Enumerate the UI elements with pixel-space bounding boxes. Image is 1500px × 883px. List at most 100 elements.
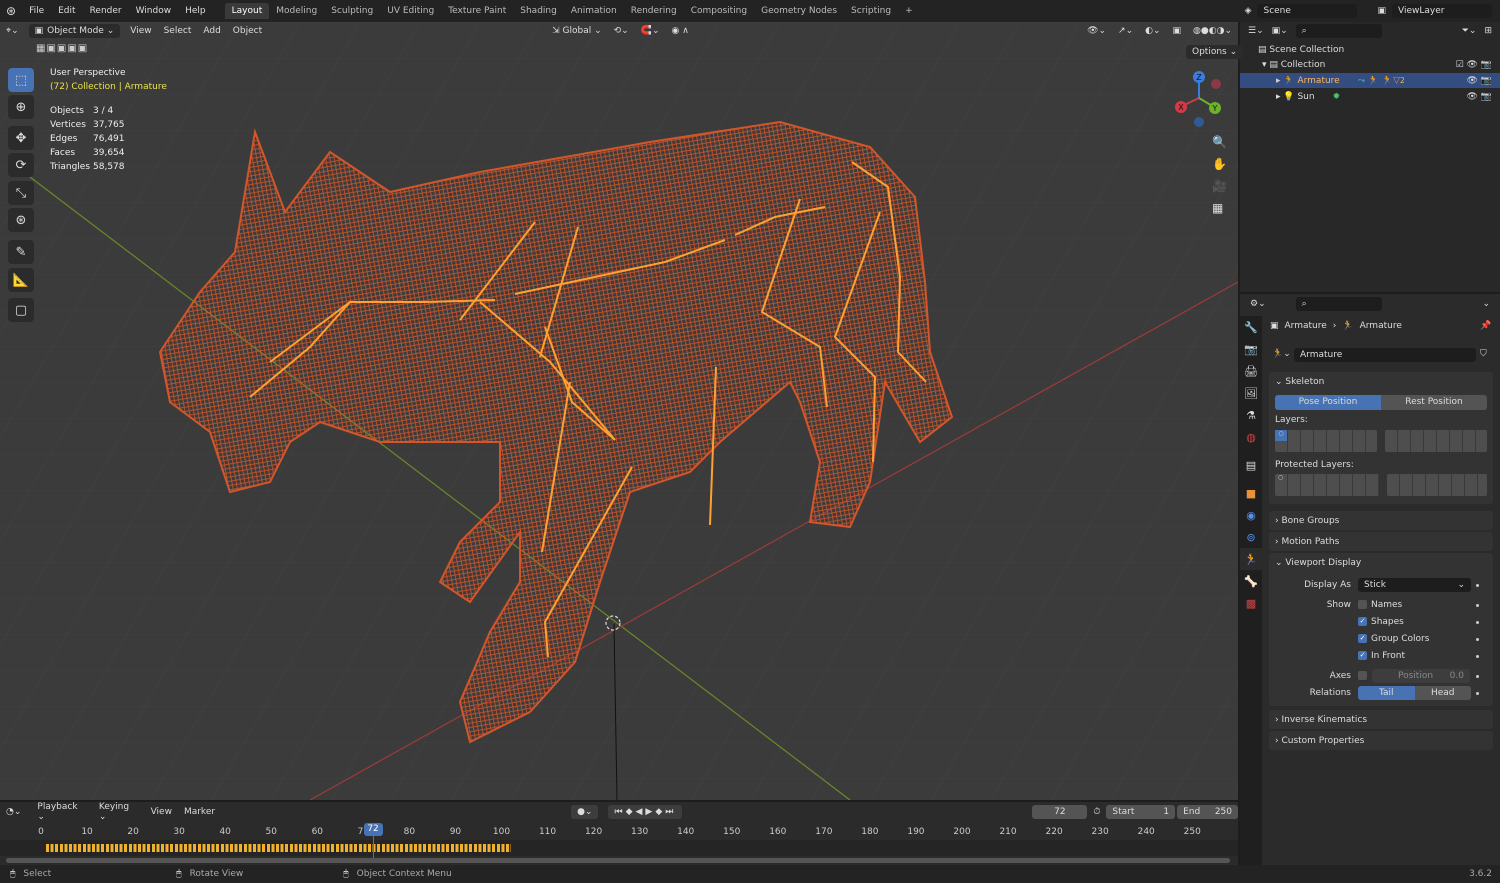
- axes-checkbox[interactable]: [1358, 671, 1371, 681]
- camera-view-icon[interactable]: 🎥: [1212, 179, 1227, 193]
- xray-toggle[interactable]: ▣: [1167, 24, 1188, 38]
- visibility-button[interactable]: 👁⌄: [1081, 24, 1112, 38]
- end-frame-field[interactable]: End 250: [1177, 805, 1238, 819]
- new-collection-icon[interactable]: ⊞: [1484, 26, 1492, 36]
- ortho-grid-icon[interactable]: ▦: [1212, 201, 1227, 215]
- gizmo-toggle[interactable]: ↗⌄: [1112, 24, 1139, 38]
- keyframe-track[interactable]: [0, 840, 1238, 856]
- zoom-icon[interactable]: 🔍: [1212, 135, 1227, 149]
- rest-position-button[interactable]: Rest Position: [1381, 395, 1487, 410]
- pan-hand-icon[interactable]: ✋: [1212, 157, 1227, 171]
- transform-orientation-selector[interactable]: ⇲ Global ⌄: [546, 24, 608, 38]
- keyframe-dot[interactable]: [1476, 655, 1479, 658]
- axes-position-field[interactable]: Position 0.0: [1372, 669, 1470, 683]
- editor-type-button[interactable]: ⚙⌄: [1250, 299, 1266, 309]
- physics-tab-icon[interactable]: ◉: [1240, 504, 1262, 526]
- visibility-toggles[interactable]: 👁 📷: [1467, 92, 1500, 102]
- menu-window[interactable]: Window: [129, 6, 179, 16]
- menu-add[interactable]: Add: [197, 24, 226, 38]
- navigation-gizmo[interactable]: Z X Y: [1172, 70, 1228, 128]
- motion-paths-panel[interactable]: › Motion Paths: [1269, 532, 1493, 551]
- bone-groups-panel[interactable]: › Bone Groups: [1269, 511, 1493, 530]
- tab-scripting[interactable]: Scripting: [844, 3, 898, 19]
- armature-data-browse-icon[interactable]: 🏃⌄: [1272, 349, 1291, 359]
- menu-view[interactable]: View: [124, 24, 157, 38]
- move-tool[interactable]: ✥: [8, 126, 34, 150]
- annotate-tool[interactable]: ✎: [8, 240, 34, 264]
- measure-tool[interactable]: 📐: [8, 268, 34, 292]
- keying-menu[interactable]: Keying ⌄: [93, 800, 145, 824]
- current-frame-field[interactable]: 72: [1032, 805, 1088, 819]
- playhead[interactable]: 72: [363, 823, 383, 859]
- editor-type-button[interactable]: ◔⌄: [6, 807, 21, 817]
- keyframe-dot[interactable]: [1476, 692, 1479, 695]
- object-tab-icon[interactable]: ■: [1240, 482, 1262, 504]
- scale-tool[interactable]: ⤡: [8, 181, 34, 205]
- tool-tab-icon[interactable]: 🔧: [1240, 316, 1262, 338]
- marker-menu[interactable]: Marker: [178, 805, 221, 819]
- visibility-toggles[interactable]: ☑ 👁 📷: [1456, 60, 1500, 70]
- tab-layout[interactable]: Layout: [224, 3, 270, 19]
- expand-arrow-icon[interactable]: ▸: [1276, 92, 1283, 102]
- menu-file[interactable]: File: [22, 6, 51, 16]
- filter-scenes-icon[interactable]: ▣⌄: [1272, 26, 1288, 36]
- constraints-tab-icon[interactable]: ⊚: [1240, 526, 1262, 548]
- viewport-display-panel-header[interactable]: ⌄ Viewport Display: [1269, 553, 1493, 572]
- pivot-point-button[interactable]: ⟲⌄: [608, 24, 635, 38]
- select-box-tool[interactable]: ⬚: [8, 68, 34, 92]
- output-tab-icon[interactable]: 🖨: [1240, 360, 1262, 382]
- mode-selector[interactable]: ▣ Object Mode ⌄: [28, 24, 121, 38]
- world-tab-icon[interactable]: ◍: [1240, 426, 1262, 448]
- options-dropdown[interactable]: Options ⌄: [1186, 45, 1244, 59]
- relations-tail-button[interactable]: Tail: [1358, 686, 1415, 700]
- keyframe-dot[interactable]: [1476, 621, 1479, 624]
- in-front-checkbox[interactable]: ✓ In Front: [1358, 651, 1405, 661]
- relations-head-button[interactable]: Head: [1414, 686, 1471, 700]
- expand-arrow-icon[interactable]: ▸: [1276, 76, 1283, 86]
- shading-modes[interactable]: ◍●◐◑⌄: [1187, 24, 1238, 38]
- timeline-view-menu[interactable]: View: [145, 805, 178, 819]
- scene-icon[interactable]: ◈: [1245, 6, 1252, 16]
- editor-type-button[interactable]: ⌖⌄: [0, 24, 25, 38]
- auto-keying-button[interactable]: ●⌄: [571, 805, 599, 819]
- collection-tab-icon[interactable]: ▤: [1240, 454, 1262, 476]
- pose-position-button[interactable]: Pose Position: [1275, 395, 1381, 410]
- keyframe-dot[interactable]: [1476, 604, 1479, 607]
- menu-object[interactable]: Object: [227, 24, 268, 38]
- protected-layers-grid[interactable]: ○: [1275, 474, 1487, 496]
- tab-texture-paint[interactable]: Texture Paint: [441, 3, 513, 19]
- properties-search-input[interactable]: ⌕: [1295, 297, 1382, 311]
- proportional-edit-button[interactable]: ◉ ∧: [665, 24, 694, 38]
- tab-animation[interactable]: Animation: [564, 3, 624, 19]
- expand-arrow-icon[interactable]: ▾: [1262, 60, 1269, 70]
- tab-uv-editing[interactable]: UV Editing: [380, 3, 441, 19]
- tab-rendering[interactable]: Rendering: [624, 3, 684, 19]
- keyframe-diamonds[interactable]: [45, 844, 511, 852]
- view-layer-selector[interactable]: ViewLayer: [1392, 4, 1492, 18]
- armature-data-name-field[interactable]: Armature: [1294, 348, 1476, 362]
- names-checkbox[interactable]: Names: [1358, 600, 1402, 610]
- shapes-checkbox[interactable]: ✓ Shapes: [1358, 617, 1404, 627]
- menu-select[interactable]: Select: [158, 24, 198, 38]
- add-workspace-button[interactable]: +: [898, 3, 920, 19]
- bone-tab-icon[interactable]: 🦴: [1240, 570, 1262, 592]
- skeleton-panel-header[interactable]: ⌄ Skeleton: [1269, 372, 1493, 391]
- armature-data-tab-icon[interactable]: 🏃: [1240, 548, 1262, 570]
- outliner-item-collection[interactable]: ▾ ▤ Collection ☑ 👁 📷: [1240, 57, 1500, 72]
- rotate-tool[interactable]: ⟳: [8, 153, 34, 177]
- group-colors-checkbox[interactable]: ✓ Group Colors: [1358, 634, 1429, 644]
- menu-help[interactable]: Help: [178, 6, 213, 16]
- keyframe-dot[interactable]: [1476, 584, 1479, 587]
- tab-compositing[interactable]: Compositing: [684, 3, 754, 19]
- outliner-item-sun[interactable]: ▸ 💡 Sun ✹ 👁 📷: [1240, 89, 1500, 104]
- overlay-toggle[interactable]: ◐⌄: [1139, 24, 1166, 38]
- blender-logo-icon[interactable]: ⊛: [0, 4, 22, 18]
- outliner-search-input[interactable]: ⌕: [1295, 24, 1382, 38]
- fake-user-shield-icon[interactable]: ⛉: [1480, 349, 1487, 359]
- view-layer-tab-icon[interactable]: 🖼: [1240, 382, 1262, 404]
- filter-icon[interactable]: ⏷⌄: [1462, 26, 1477, 36]
- selection-mode-buttons[interactable]: ▦▣▣▣▣: [36, 43, 88, 54]
- custom-properties-panel[interactable]: › Custom Properties: [1269, 731, 1493, 750]
- start-frame-field[interactable]: Start 1: [1106, 805, 1176, 819]
- menu-render[interactable]: Render: [83, 6, 129, 16]
